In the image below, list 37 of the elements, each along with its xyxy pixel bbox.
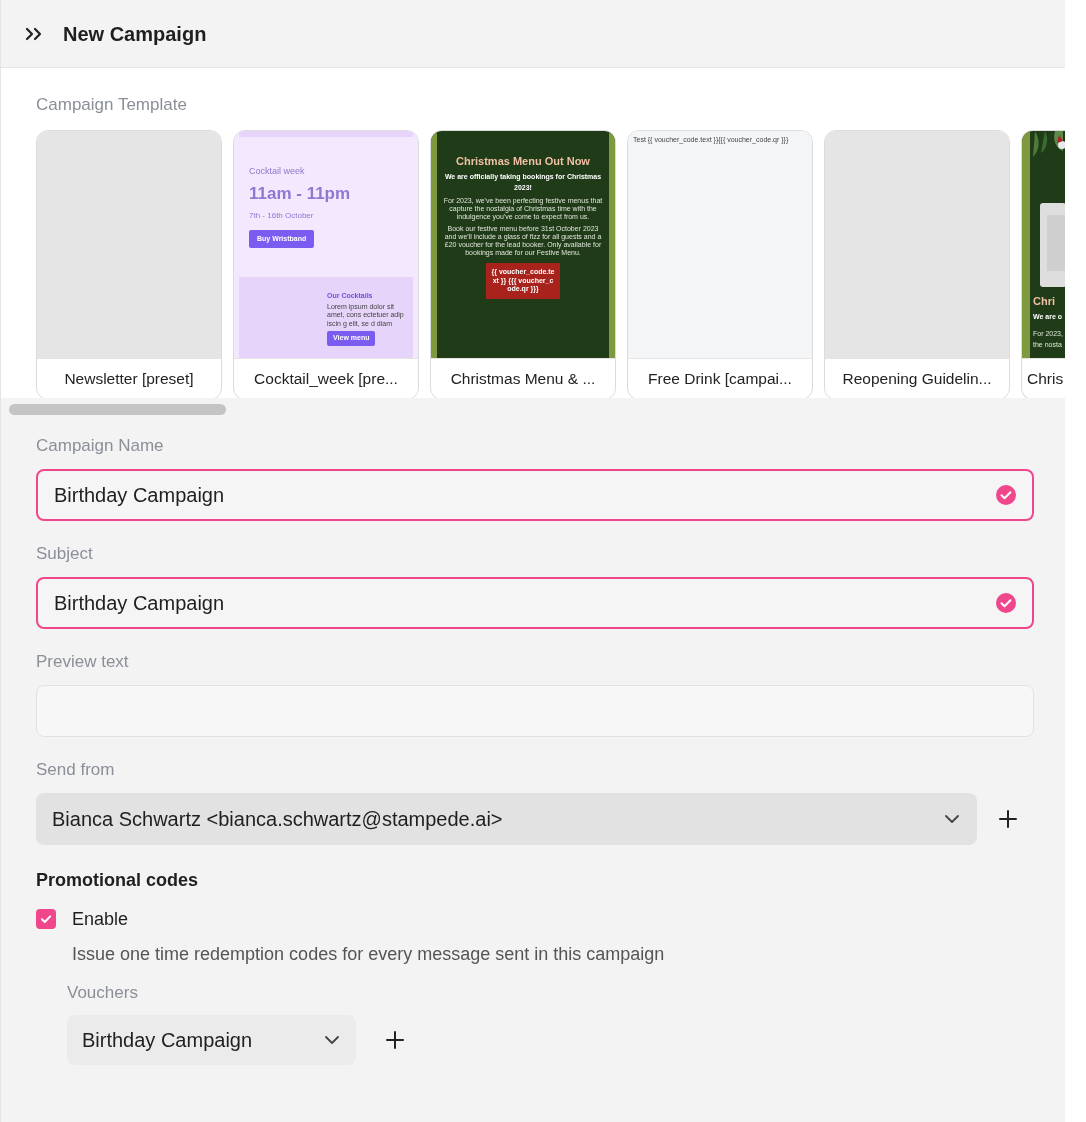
template-card[interactable] bbox=[430, 129, 616, 400]
field-label: Send from bbox=[36, 758, 116, 781]
add-icon[interactable] bbox=[999, 809, 1017, 828]
sender-select[interactable]: Bianca Schwartz <bianca.schwartz@stampede.ai> bbox=[36, 792, 977, 845]
template-name: Reopening Guidelin... bbox=[842, 368, 992, 389]
template-name: Christmas Menu & ... bbox=[450, 368, 596, 389]
expand-icon[interactable] bbox=[25, 26, 43, 41]
page-title: New Campaign bbox=[63, 21, 207, 47]
template-name: Newsletter [preset] bbox=[64, 368, 194, 389]
voucher-select[interactable]: Birthday Campaign bbox=[67, 1015, 356, 1065]
preview-eyebrow: Cocktail week bbox=[249, 164, 305, 178]
valid-check-icon bbox=[996, 592, 1016, 613]
checkbox[interactable] bbox=[36, 909, 56, 929]
section-heading: Promotional codes bbox=[36, 868, 200, 892]
field-label: Preview text bbox=[36, 650, 130, 673]
template-name: Cocktail_week [pre... bbox=[254, 368, 398, 389]
preview-heading: 11am - 11pm bbox=[249, 183, 351, 205]
template-card[interactable]: Newsletter [preset] bbox=[36, 129, 222, 400]
text-field[interactable]: Birthday Campaign bbox=[36, 576, 1034, 629]
add-icon[interactable] bbox=[386, 1031, 404, 1049]
chevron-down-icon bbox=[944, 813, 960, 824]
template-name: Free Drink [campai... bbox=[648, 368, 792, 389]
field-label: Vouchers bbox=[67, 981, 139, 1004]
checkbox-label: Enable bbox=[72, 907, 129, 931]
field-label: Subject bbox=[36, 542, 94, 565]
preview-heading: Chri bbox=[1033, 293, 1056, 309]
template-card[interactable]: Reopening Guidelin... bbox=[824, 129, 1010, 400]
template-name: Chris bbox=[1027, 368, 1064, 389]
chevron-down-icon bbox=[324, 1035, 340, 1045]
preview-dates: 7th - 16th October bbox=[249, 209, 314, 222]
section-label: Campaign Template bbox=[36, 94, 188, 116]
text-field[interactable]: Birthday Campaign bbox=[36, 468, 1034, 521]
scrollbar-thumb[interactable] bbox=[9, 404, 226, 415]
field-label: Campaign Name bbox=[36, 434, 165, 457]
help-text: Issue one time redemption codes for every message sent in this campaign bbox=[72, 942, 666, 966]
valid-check-icon bbox=[996, 484, 1016, 505]
preview-heading: Christmas Menu Out Now bbox=[456, 153, 590, 169]
